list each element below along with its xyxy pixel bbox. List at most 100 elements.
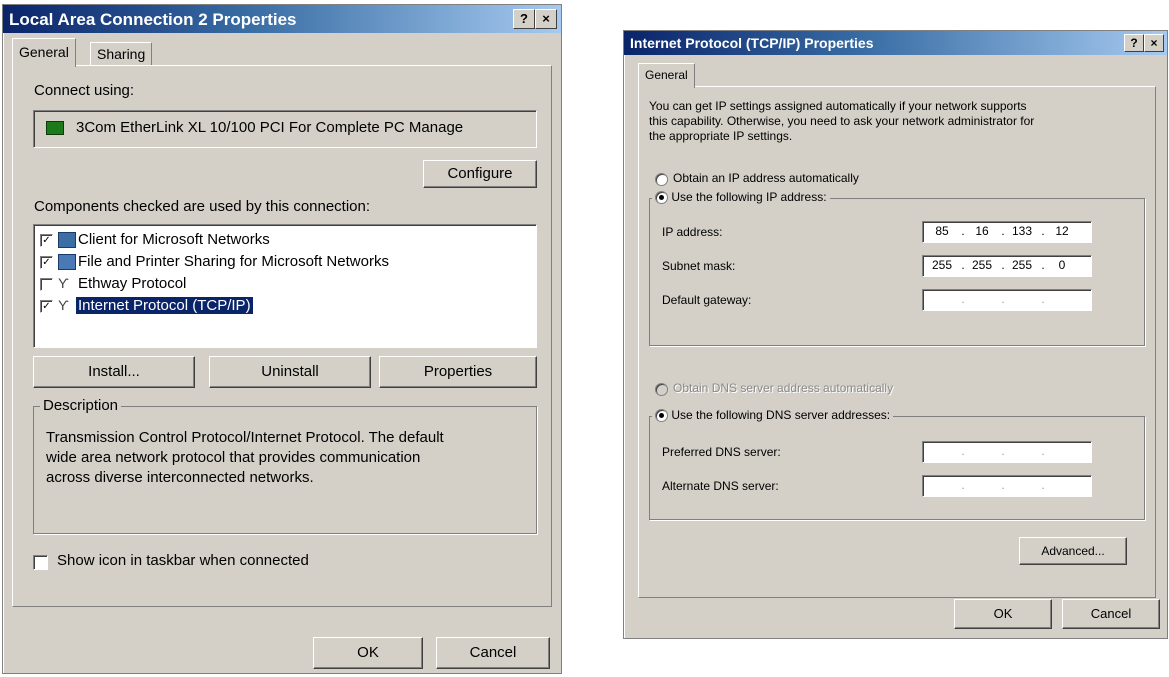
list-item[interactable]: ϒ Ethway Protocol — [40, 275, 520, 297]
ip-dot: . — [1001, 478, 1005, 492]
ip-octet: 255 — [1011, 258, 1033, 272]
help-button[interactable]: ? — [1124, 34, 1144, 52]
use-dns-radio[interactable] — [655, 409, 668, 423]
dialog-title: Internet Protocol (TCP/IP) Properties — [630, 35, 874, 51]
uninstall-button[interactable]: Uninstall — [209, 356, 371, 388]
intro-text: the appropriate IP settings. — [649, 129, 793, 143]
close-button[interactable]: × — [1144, 34, 1164, 52]
alternate-dns-field[interactable]: . . . — [922, 475, 1092, 497]
use-dns-label[interactable]: Use the following DNS server addresses: — [671, 408, 890, 422]
properties-button[interactable]: Properties — [379, 356, 537, 388]
component-checkbox[interactable] — [40, 278, 53, 291]
show-icon-label[interactable]: Show icon in taskbar when connected — [57, 552, 309, 569]
components-label: Components checked are used by this conn… — [34, 198, 371, 215]
ip-address-group: Use the following IP address: IP address… — [649, 190, 1145, 346]
ip-dot: . — [961, 224, 965, 238]
gateway-label: Default gateway: — [662, 293, 752, 307]
show-icon-checkbox[interactable] — [33, 555, 48, 570]
obtain-dns-label: Obtain DNS server address automatically — [673, 381, 894, 395]
obtain-ip-label[interactable]: Obtain an IP address automatically — [673, 171, 859, 185]
ip-octet: 133 — [1011, 224, 1033, 238]
ip-dot: . — [961, 292, 965, 306]
list-item[interactable]: ✓ Client for Microsoft Networks — [40, 231, 520, 253]
ok-button[interactable]: OK — [954, 599, 1052, 629]
list-item[interactable]: ✓ File and Printer Sharing for Microsoft… — [40, 253, 520, 275]
ip-dot: . — [1041, 258, 1045, 272]
component-checkbox[interactable]: ✓ — [40, 300, 53, 313]
ip-octet: 0 — [1058, 258, 1066, 272]
protocol-icon: ϒ — [58, 275, 69, 291]
description-text: Transmission Control Protocol/Internet P… — [46, 429, 444, 446]
intro-text: this capability. Otherwise, you need to … — [649, 114, 1035, 128]
component-label: Internet Protocol (TCP/IP) — [75, 296, 254, 315]
title-bar: Local Area Connection 2 Properties ? × — [3, 5, 561, 33]
subnet-mask-field[interactable]: 255. 255. 255. 0 — [922, 255, 1092, 277]
components-list[interactable]: ✓ Client for Microsoft Networks ✓ File a… — [33, 224, 537, 348]
subnet-label: Subnet mask: — [662, 259, 736, 273]
ip-dot: . — [1001, 444, 1005, 458]
ip-octet: 85 — [935, 224, 949, 238]
tcpip-properties-dialog: Internet Protocol (TCP/IP) Properties ? … — [623, 30, 1168, 639]
ip-dot: . — [961, 478, 965, 492]
close-button[interactable]: × — [535, 9, 557, 29]
description-text: across diverse interconnected networks. — [46, 469, 314, 486]
general-tab-panel: Connect using: 3Com EtherLink XL 10/100 … — [12, 65, 552, 607]
component-label: Client for Microsoft Networks — [78, 231, 270, 248]
description-legend: Description — [40, 397, 122, 414]
client-network-icon — [58, 232, 76, 248]
configure-button[interactable]: Configure — [423, 160, 537, 188]
description-group: Description Transmission Control Protoco… — [33, 397, 537, 534]
use-ip-label[interactable]: Use the following IP address: — [671, 190, 826, 204]
obtain-dns-radio[interactable] — [655, 383, 668, 396]
use-ip-radio[interactable] — [655, 191, 668, 205]
tab-general[interactable]: General — [638, 63, 695, 88]
ip-octet: 255 — [931, 258, 953, 272]
cancel-button[interactable]: Cancel — [1062, 599, 1160, 629]
adapter-name: 3Com EtherLink XL 10/100 PCI For Complet… — [76, 119, 464, 136]
radio-dot — [659, 413, 664, 419]
list-item[interactable]: ✓ ϒ Internet Protocol (TCP/IP) — [40, 296, 520, 319]
network-adapter-icon — [46, 121, 64, 135]
ip-dot: . — [1041, 478, 1045, 492]
ip-dot: . — [1001, 292, 1005, 306]
ip-dot: . — [961, 444, 965, 458]
install-button[interactable]: Install... — [33, 356, 195, 388]
dns-group: Use the following DNS server addresses: … — [649, 408, 1145, 520]
description-text: wide area network protocol that provides… — [46, 449, 421, 466]
tab-sharing[interactable]: Sharing — [90, 42, 153, 65]
ip-dot: . — [1041, 444, 1045, 458]
preferred-dns-field[interactable]: . . . — [922, 441, 1092, 463]
title-bar: Internet Protocol (TCP/IP) Properties ? … — [624, 31, 1167, 55]
ip-octet: 255 — [971, 258, 993, 272]
advanced-button[interactable]: Advanced... — [1019, 537, 1127, 565]
component-checkbox[interactable]: ✓ — [40, 256, 53, 269]
tab-general[interactable]: General — [12, 38, 76, 67]
ip-dot: . — [961, 258, 965, 272]
ip-octet: 12 — [1055, 224, 1069, 238]
component-checkbox[interactable]: ✓ — [40, 234, 53, 247]
component-label: File and Printer Sharing for Microsoft N… — [78, 253, 389, 270]
local-area-connection-dialog: Local Area Connection 2 Properties ? × G… — [2, 4, 562, 674]
ip-dot: . — [1041, 224, 1045, 238]
default-gateway-field[interactable]: . . . — [922, 289, 1092, 311]
obtain-ip-radio[interactable] — [655, 173, 668, 186]
ip-dot: . — [1001, 258, 1005, 272]
cancel-button[interactable]: Cancel — [436, 637, 550, 669]
ip-octet: 16 — [975, 224, 989, 238]
intro-text: You can get IP settings assigned automat… — [649, 99, 1027, 113]
ip-address-label: IP address: — [662, 225, 723, 239]
dialog-title: Local Area Connection 2 Properties — [9, 10, 297, 29]
file-sharing-icon — [58, 254, 76, 270]
use-ip-legend: Use the following IP address: — [652, 190, 830, 205]
protocol-icon: ϒ — [58, 297, 69, 313]
radio-dot — [659, 195, 664, 201]
ip-dot: . — [1041, 292, 1045, 306]
help-button[interactable]: ? — [513, 9, 535, 29]
preferred-dns-label: Preferred DNS server: — [662, 445, 781, 459]
ok-button[interactable]: OK — [313, 637, 423, 669]
general-tab-panel: You can get IP settings assigned automat… — [638, 86, 1156, 598]
alternate-dns-label: Alternate DNS server: — [662, 479, 779, 493]
ip-address-field[interactable]: 85. 16. 133. 12 — [922, 221, 1092, 243]
connect-using-label: Connect using: — [34, 82, 135, 99]
adapter-field: 3Com EtherLink XL 10/100 PCI For Complet… — [33, 110, 537, 148]
